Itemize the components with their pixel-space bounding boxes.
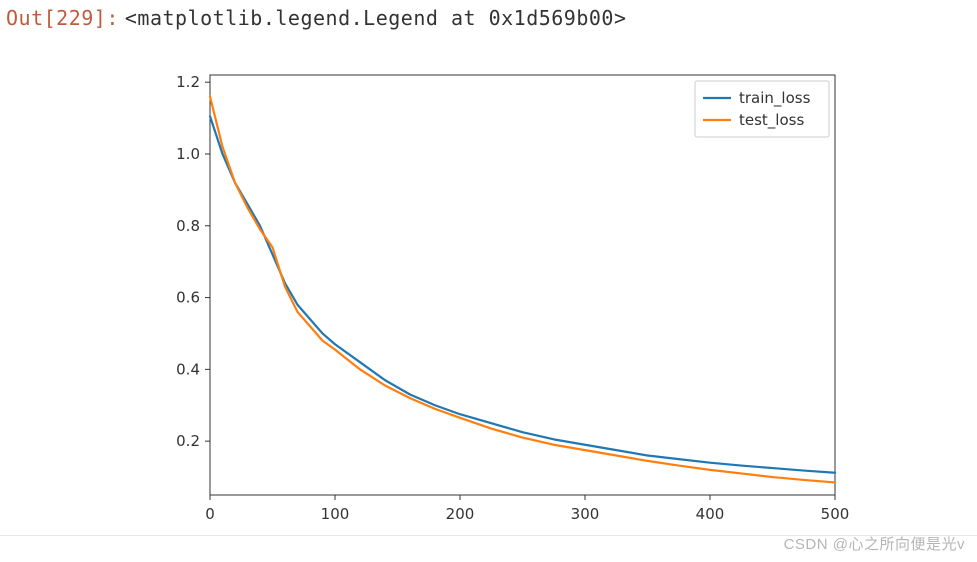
output-repr: <matplotlib.legend.Legend at 0x1d569b00> [125,6,627,30]
line-chart: 0 100 200 300 400 500 0.2 0.4 0.6 0.8 1.0 1.2 train_… [155,65,855,535]
x-tick-label: 100 [321,505,350,523]
y-tick-label: 0.6 [176,289,200,307]
y-tick-label: 0.8 [176,217,200,235]
x-tick-label: 200 [446,505,475,523]
x-tick-label: 0 [205,505,215,523]
y-tick-label: 0.4 [176,360,200,378]
legend-label-test_loss: test_loss [739,111,804,130]
output-prompt: Out[229]: [6,6,125,30]
series-train_loss [210,116,835,472]
x-tick-label: 400 [696,505,725,523]
watermark: CSDN @心之所向便是光v [784,533,965,554]
legend-label-train_loss: train_loss [739,89,811,108]
x-tick-label: 300 [571,505,600,523]
y-tick-label: 0.2 [176,432,200,450]
y-tick-label: 1.0 [176,145,200,163]
y-tick-label: 1.2 [176,73,200,91]
series-test_loss [210,97,835,483]
chart-container: 0 100 200 300 400 500 0.2 0.4 0.6 0.8 1.0 1.2 train_… [155,65,855,535]
notebook-output-row: Out[229]: <matplotlib.legend.Legend at 0… [0,0,977,30]
x-tick-label: 500 [821,505,850,523]
